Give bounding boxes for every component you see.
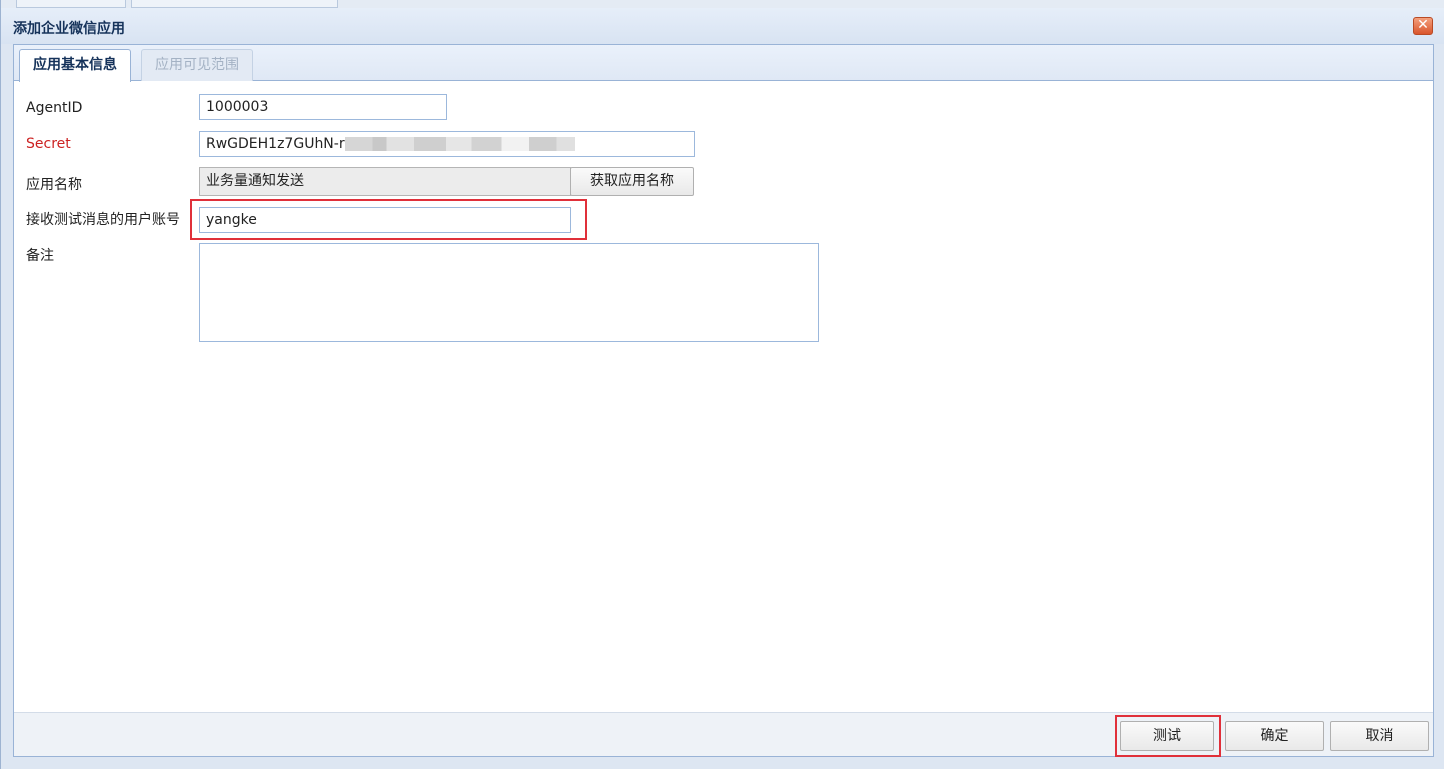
secret-label: Secret: [26, 136, 71, 152]
tab-strip: 应用基本信息 应用可见范围: [14, 45, 1433, 82]
test-button-highlight: [1115, 715, 1221, 757]
tab-visible-scope[interactable]: 应用可见范围: [141, 49, 253, 81]
dialog-title: 添加企业微信应用: [13, 21, 125, 37]
secret-value: RwGDEH1z7GUhN-r: [206, 136, 345, 152]
dialog-footer: 测试 确定 取消: [14, 712, 1433, 757]
agentid-label: AgentID: [26, 100, 83, 116]
get-app-name-button[interactable]: 获取应用名称: [570, 167, 694, 196]
remark-label: 备注: [26, 248, 54, 264]
remark-textarea[interactable]: [199, 243, 819, 342]
dialog-panel: 应用基本信息 应用可见范围 AgentID 1000003 Secret RwG…: [13, 44, 1434, 757]
background-tab: [131, 0, 338, 8]
tab-basic-info[interactable]: 应用基本信息: [19, 49, 131, 82]
app-name-label: 应用名称: [26, 177, 82, 193]
test-user-highlight: [190, 199, 587, 240]
secret-field[interactable]: RwGDEH1z7GUhN-r: [199, 131, 695, 157]
dialog-titlebar: 添加企业微信应用 ✕: [1, 8, 1444, 44]
agentid-field[interactable]: 1000003: [199, 94, 447, 120]
background-tab: [16, 0, 126, 8]
app-name-field: 业务量通知发送: [199, 167, 571, 196]
test-user-label: 接收测试消息的用户账号: [26, 212, 180, 228]
redacted-secret: [344, 137, 575, 151]
close-icon[interactable]: ✕: [1413, 17, 1433, 35]
cancel-button[interactable]: 取消: [1330, 721, 1429, 751]
dialog-window: 添加企业微信应用 ✕ 应用基本信息 应用可见范围 AgentID 1000003…: [0, 0, 1444, 769]
background-tab-strip: [1, 0, 1444, 8]
ok-button[interactable]: 确定: [1225, 721, 1324, 751]
